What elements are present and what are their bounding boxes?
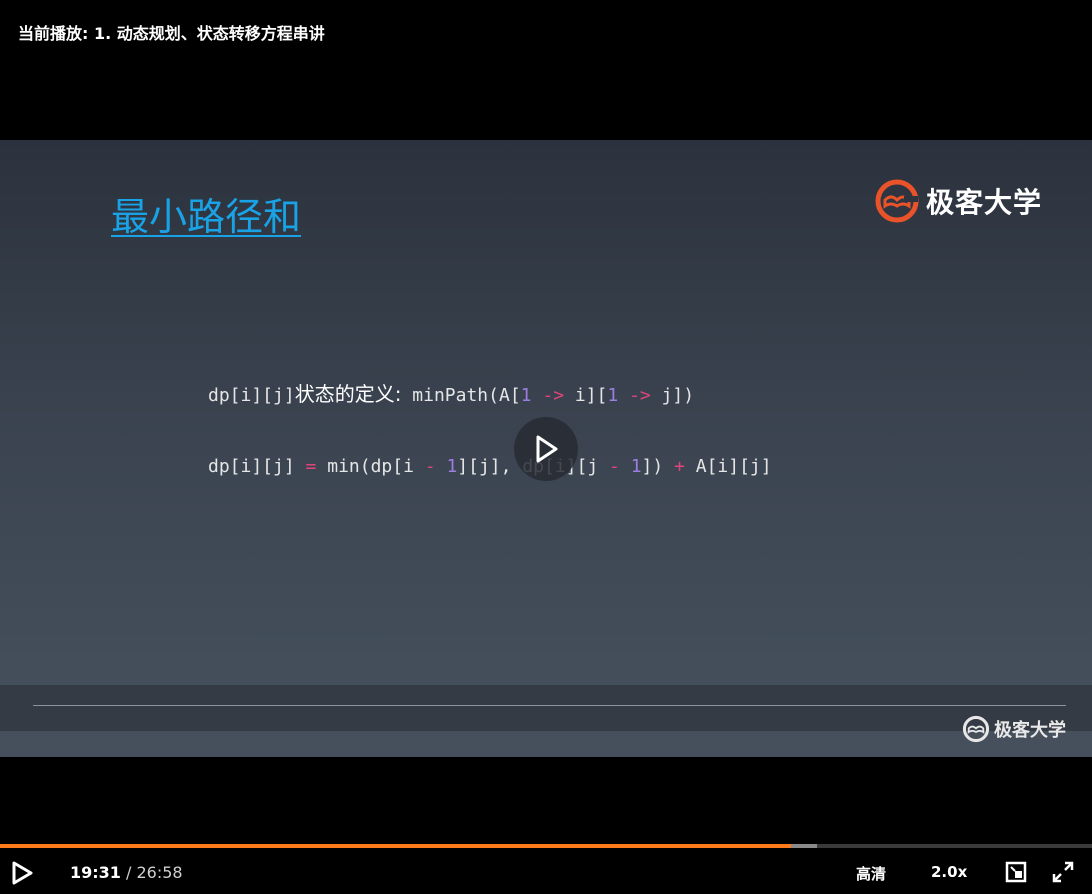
fullscreen-icon[interactable]	[1052, 861, 1074, 883]
duration: 26:58	[136, 863, 183, 882]
quality-button[interactable]: 高清	[856, 863, 886, 884]
player-controls: 19:31 / 26:58 高清 2.0x	[0, 848, 1092, 894]
picture-in-picture-icon[interactable]	[1005, 861, 1027, 883]
now-playing-title: 当前播放: 1. 动态规划、状态转移方程串讲	[18, 24, 325, 43]
slide-footer	[0, 685, 1092, 757]
code-line-state-definition: dp[i][j]状态的定义: minPath(A[1 -> i][1 -> j]…	[208, 382, 695, 406]
video-slide[interactable]: 最小路径和 极客大学 dp[i][j]状态的定义: minPath(A[1 ->…	[0, 140, 1092, 757]
time-display: 19:31 / 26:58	[70, 863, 183, 882]
footer-brand-text: 极客大学	[994, 720, 1066, 741]
play-icon	[536, 435, 558, 463]
current-time: 19:31	[70, 863, 121, 882]
speed-button[interactable]: 2.0x	[931, 863, 967, 881]
footer-brand: 极客大学	[962, 715, 1066, 743]
geek-logo-icon	[875, 179, 919, 223]
footer-divider	[33, 705, 1066, 706]
play-icon[interactable]	[10, 860, 34, 886]
geek-logo-icon	[962, 715, 990, 743]
code-line-transition: dp[i][j] = min(dp[i - 1][j], dp[i][j - 1…	[208, 456, 772, 477]
brand-text: 极客大学	[925, 186, 1042, 219]
brand-logo: 极客大学	[874, 178, 1042, 224]
slide-title: 最小路径和	[111, 195, 302, 239]
center-play-button[interactable]	[514, 417, 578, 481]
